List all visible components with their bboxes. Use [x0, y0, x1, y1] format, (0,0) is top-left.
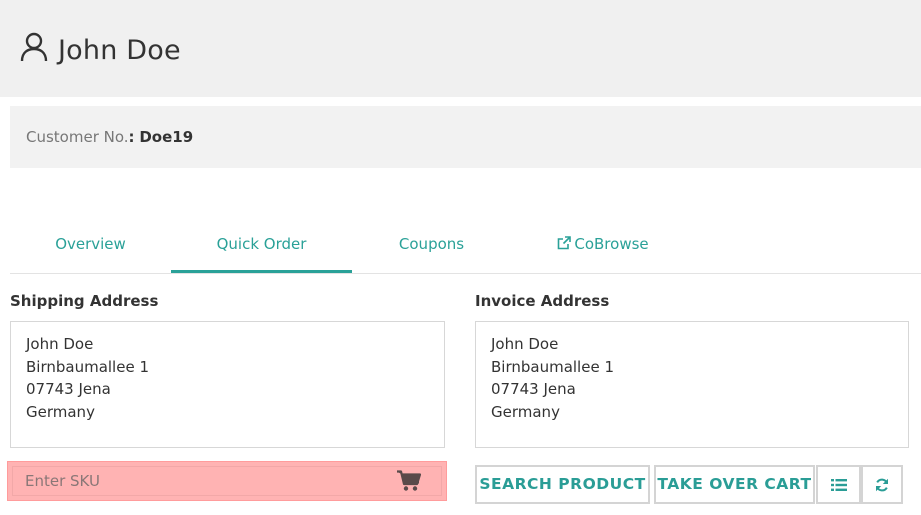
customer-number-value: Doe19	[139, 128, 194, 146]
tab-bar: Overview Quick Order Coupons CoBrowse	[10, 216, 921, 274]
external-link-icon	[558, 236, 572, 250]
tab-overview[interactable]: Overview	[32, 216, 149, 273]
invoice-address-title: Invoice Address	[475, 292, 610, 310]
invoice-address-line: 07743 Jena	[491, 380, 576, 398]
tab-quick-order[interactable]: Quick Order	[171, 216, 352, 273]
tab-cobrowse[interactable]: CoBrowse	[540, 216, 666, 273]
customer-info-box: Customer No.: Doe19	[10, 106, 921, 168]
tab-coupons-label: Coupons	[398, 235, 465, 253]
customer-number-separator: :	[128, 128, 135, 146]
take-over-cart-button[interactable]: TAKE OVER CART	[654, 465, 815, 504]
list-icon	[830, 478, 847, 491]
customer-number-label: Customer No.	[26, 128, 129, 146]
shopping-cart-icon[interactable]	[397, 470, 421, 492]
sku-input-group	[7, 461, 447, 501]
invoice-address-line: John Doe	[491, 335, 559, 353]
shipping-address-line: John Doe	[26, 335, 94, 353]
refresh-icon	[876, 478, 888, 491]
page-header: John Doe	[0, 0, 921, 97]
invoice-address-box: John Doe Birnbaumallee 1 07743 Jena Germ…	[475, 321, 909, 448]
shipping-address-title: Shipping Address	[10, 292, 159, 310]
tab-quick-order-label: Quick Order	[216, 235, 307, 253]
shipping-address-line: Birnbaumallee 1	[26, 357, 149, 376]
customer-number: Customer No.: Doe19	[26, 127, 193, 147]
refresh-button[interactable]	[861, 465, 903, 504]
tab-overview-label: Overview	[55, 235, 126, 253]
list-view-button[interactable]	[816, 465, 861, 504]
invoice-address-line: Germany	[491, 402, 560, 421]
user-icon	[20, 32, 48, 62]
page-title: John Doe	[58, 35, 181, 66]
tab-coupons[interactable]: Coupons	[374, 216, 489, 273]
tab-cobrowse-label: CoBrowse	[574, 235, 649, 253]
shipping-address-line: 07743 Jena	[26, 380, 111, 398]
sku-input[interactable]	[12, 466, 442, 496]
shipping-address-line: Germany	[26, 402, 95, 421]
invoice-address-line: Birnbaumallee 1	[491, 357, 614, 376]
search-product-button[interactable]: SEARCH PRODUCT	[475, 465, 650, 504]
shipping-address-box: John Doe Birnbaumallee 1 07743 Jena Germ…	[10, 321, 445, 448]
